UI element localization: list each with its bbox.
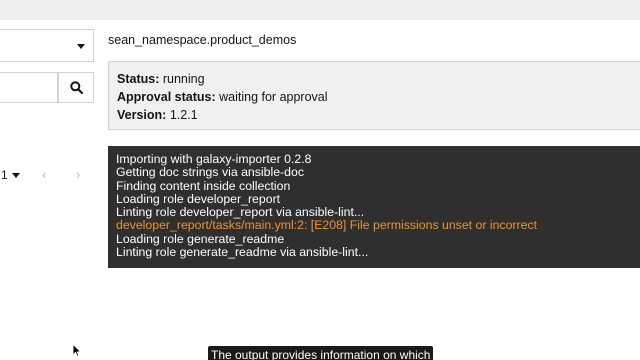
search-icon: [69, 81, 83, 94]
log-line: Getting doc strings via ansible-doc: [116, 165, 304, 180]
log-line: Finding content inside collection: [116, 178, 291, 193]
mouse-cursor-icon: [72, 343, 82, 358]
approval-row: Approval status: waiting for approval: [117, 88, 640, 106]
version-value: 1.2.1: [169, 108, 198, 122]
video-caption: The output provides information on which: [208, 346, 433, 360]
namespace-select[interactable]: [0, 29, 94, 62]
page-caret-down-icon[interactable]: [12, 173, 20, 178]
version-row: Version: 1.2.1: [117, 106, 640, 124]
page-number[interactable]: 1: [1, 168, 8, 182]
chevron-left-icon[interactable]: ‹: [42, 167, 46, 182]
search-input[interactable]: [0, 72, 58, 103]
search-row: [0, 72, 94, 103]
status-label: Status:: [117, 72, 160, 86]
top-bar: [0, 0, 640, 20]
log-line-warning: developer_report/tasks/main.yml:2: [E208…: [116, 218, 538, 233]
log-line: Linting role developer_report via ansibl…: [116, 205, 365, 220]
pagination: 1 ‹ ›: [0, 167, 94, 185]
left-panel: 1 ‹ ›: [0, 20, 96, 360]
approval-label: Approval status:: [117, 90, 216, 104]
import-status-panel: Status: running Approval status: waiting…: [108, 61, 640, 130]
chevron-right-icon[interactable]: ›: [76, 167, 80, 182]
caret-down-icon: [77, 44, 85, 49]
search-button[interactable]: [58, 72, 94, 103]
status-value: running: [162, 72, 205, 86]
namespace-title: sean_namespace.product_demos: [108, 33, 297, 47]
log-line: Linting role generate_readme via ansible…: [116, 245, 369, 260]
import-log: Importing with galaxy-importer 0.2.8 Get…: [108, 146, 640, 268]
log-line: Loading role generate_readme: [116, 231, 285, 246]
log-line: Importing with galaxy-importer 0.2.8: [116, 152, 312, 166]
status-row: Status: running: [117, 70, 640, 88]
version-label: Version:: [117, 108, 167, 122]
log-line: Loading role developer_report: [116, 191, 281, 206]
approval-value: waiting for approval: [219, 90, 328, 104]
